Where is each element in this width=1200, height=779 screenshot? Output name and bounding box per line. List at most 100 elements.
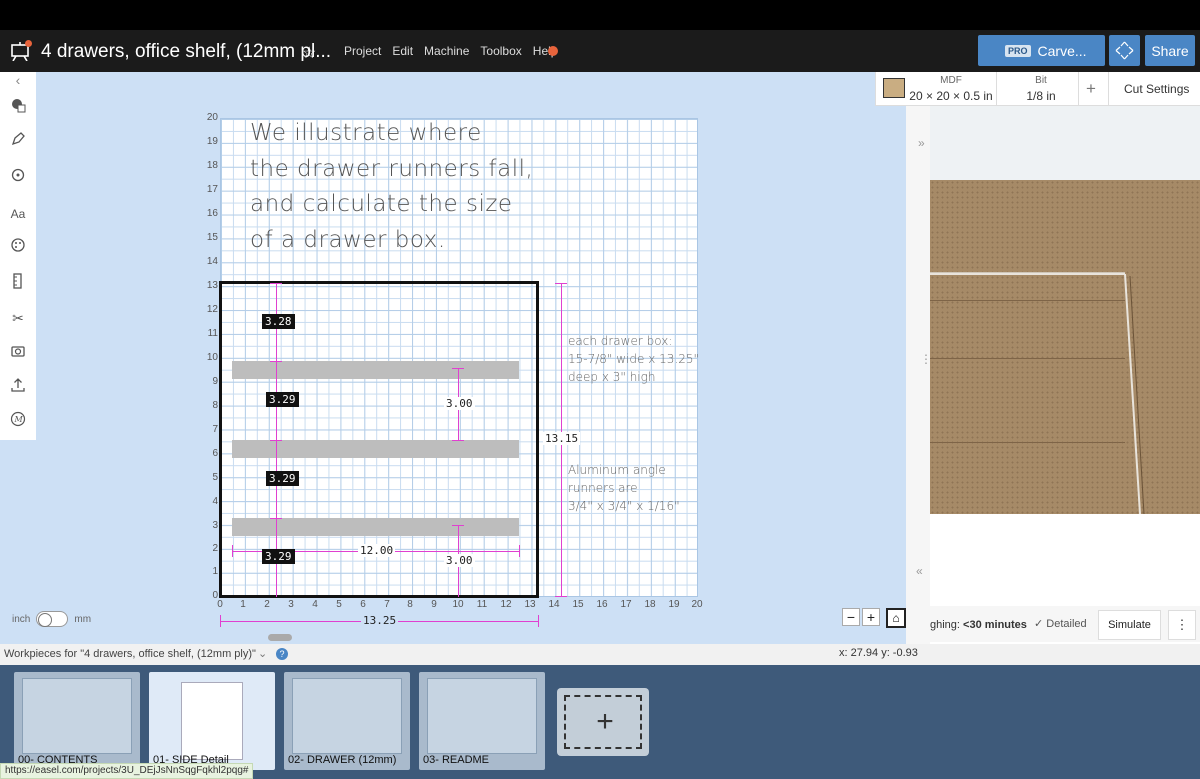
note-line: runners are bbox=[568, 481, 638, 495]
zoom-out-button[interactable]: − bbox=[842, 608, 860, 626]
collapse-toolbar-icon[interactable]: ‹ bbox=[0, 72, 36, 92]
simulate-button[interactable]: Simulate bbox=[1098, 610, 1161, 640]
x-tick: 4 bbox=[312, 599, 318, 610]
scissors-icon[interactable]: ✂ bbox=[6, 306, 30, 330]
horizontal-scrollbar[interactable] bbox=[268, 634, 292, 641]
dimension-tick bbox=[270, 361, 282, 362]
material-size[interactable]: 20 × 20 × 0.5 in bbox=[908, 89, 994, 103]
cut-settings-button[interactable]: Cut Settings bbox=[1124, 82, 1189, 96]
workpiece-label: 02- DRAWER (12mm) bbox=[288, 754, 397, 766]
menu-toolbox[interactable]: Toolbox bbox=[480, 44, 521, 58]
workpieces-title[interactable]: Workpieces for "4 drawers, office shelf,… bbox=[4, 648, 256, 660]
menu-machine[interactable]: Machine bbox=[424, 44, 469, 58]
dimension-tag[interactable]: 3.29 bbox=[266, 471, 299, 486]
add-workpiece-frame: + bbox=[564, 695, 642, 749]
x-tick: 13 bbox=[524, 599, 536, 610]
unit-toggle[interactable]: inch mm bbox=[12, 611, 91, 627]
workpieces-header: Workpieces for "4 drawers, office shelf,… bbox=[0, 644, 1200, 665]
target-icon[interactable] bbox=[6, 166, 30, 190]
menu-project[interactable]: Project bbox=[344, 44, 381, 58]
dimension-tick bbox=[452, 440, 464, 441]
detailed-toggle[interactable]: ✓ Detailed bbox=[1034, 617, 1087, 630]
workpiece-thumbnail bbox=[181, 682, 243, 760]
workpiece-thumbnail bbox=[292, 678, 402, 754]
workpiece-card-active[interactable]: 01- SIDE Detail bbox=[149, 672, 275, 770]
apps-icon[interactable]: M bbox=[6, 410, 30, 434]
simulation-bar: ghing: <30 minutes ✓ Detailed Simulate ⋮ bbox=[930, 606, 1200, 642]
dimension-label: 13.25 bbox=[361, 614, 399, 627]
x-tick: 10 bbox=[452, 599, 464, 610]
workpiece-card[interactable]: 02- DRAWER (12mm) bbox=[284, 672, 410, 770]
dimension-label: 13.15 bbox=[543, 432, 581, 445]
y-tick: 14 bbox=[206, 256, 218, 267]
ruler-icon[interactable] bbox=[6, 272, 30, 296]
app-header: 4 drawers, office shelf, (12mm pl... ☆ P… bbox=[0, 30, 1200, 72]
runner-note[interactable]: Aluminum angle runners are 3/4" x 3/4" x… bbox=[568, 461, 680, 515]
help-icon[interactable]: ? bbox=[276, 648, 288, 660]
home-icon[interactable]: ⌂ bbox=[886, 608, 906, 628]
y-tick: 12 bbox=[206, 304, 218, 315]
x-tick: 1 bbox=[240, 599, 246, 610]
chevron-down-icon[interactable]: ⌄ bbox=[258, 647, 267, 660]
menu-edit[interactable]: Edit bbox=[392, 44, 413, 58]
zoom-in-button[interactable]: + bbox=[862, 608, 880, 626]
camera-icon[interactable] bbox=[6, 342, 30, 366]
3d-preview[interactable] bbox=[930, 106, 1200, 514]
unit-switch[interactable] bbox=[36, 611, 69, 627]
more-options-icon[interactable]: ⋮ bbox=[1168, 610, 1196, 640]
status-url: https://easel.com/projects/3U_DEjJsNnSqg… bbox=[0, 763, 254, 779]
y-tick: 3 bbox=[212, 520, 218, 531]
y-tick: 10 bbox=[206, 352, 218, 363]
y-tick: 13 bbox=[206, 280, 218, 291]
dimension-tag[interactable]: 3.29 bbox=[262, 549, 295, 564]
main-menu: Project Edit Machine Toolbox Help bbox=[344, 44, 568, 58]
note-line: 15-7/8" wide x 13.25" bbox=[568, 352, 699, 366]
easel-app: 4 drawers, office shelf, (12mm pl... ☆ P… bbox=[0, 0, 1200, 779]
detailed-label: Detailed bbox=[1046, 618, 1087, 630]
add-bit-button[interactable]: + bbox=[1086, 79, 1096, 99]
star-icon[interactable]: ☆ bbox=[302, 43, 316, 63]
share-button[interactable]: Share bbox=[1145, 35, 1195, 66]
workpieces-strip: 00- CONTENTS 01- SIDE Detail 02- DRAWER … bbox=[0, 665, 1200, 779]
illustration-note[interactable]: We illustrate where the drawer runners f… bbox=[250, 116, 533, 258]
bit-value[interactable]: 1/8 in bbox=[1016, 89, 1066, 103]
workpiece-card[interactable]: 03- README bbox=[419, 672, 545, 770]
shape-icon[interactable] bbox=[6, 96, 30, 120]
collapse-preview-icon[interactable]: « bbox=[916, 564, 923, 578]
pen-icon[interactable] bbox=[6, 130, 30, 154]
upload-icon[interactable] bbox=[6, 376, 30, 400]
dimension-tick bbox=[270, 283, 282, 284]
y-tick: 9 bbox=[212, 376, 218, 387]
bit-label: Bit bbox=[1035, 75, 1047, 86]
fullscreen-button[interactable] bbox=[1109, 35, 1140, 66]
x-tick: 5 bbox=[336, 599, 342, 610]
note-line: deep x 3" high bbox=[568, 370, 656, 384]
drawer-box-note[interactable]: each drawer box: 15-7/8" wide x 13.25" d… bbox=[568, 332, 699, 386]
notification-dot bbox=[25, 40, 32, 47]
dimension-tag[interactable]: 3.28 bbox=[262, 314, 295, 329]
material-bar: MDF 20 × 20 × 0.5 in Bit 1/8 in + Cut Se… bbox=[875, 72, 1200, 106]
x-tick: 0 bbox=[217, 599, 223, 610]
y-tick: 4 bbox=[212, 496, 218, 507]
x-tick: 19 bbox=[668, 599, 680, 610]
add-workpiece-button[interactable]: + bbox=[557, 688, 649, 756]
y-tick: 19 bbox=[206, 136, 218, 147]
dimension-tag[interactable]: 3.29 bbox=[266, 392, 299, 407]
y-tick: 8 bbox=[212, 400, 218, 411]
workpiece-card[interactable]: 00- CONTENTS bbox=[14, 672, 140, 770]
y-tick: 7 bbox=[212, 424, 218, 435]
y-tick: 2 bbox=[212, 543, 218, 554]
carve-button[interactable]: PRO Carve... bbox=[978, 35, 1105, 66]
x-tick: 14 bbox=[548, 599, 560, 610]
workpiece-thumbnail bbox=[427, 678, 537, 754]
carve-label: Carve... bbox=[1037, 42, 1087, 59]
x-tick: 12 bbox=[500, 599, 512, 610]
palette-icon[interactable] bbox=[6, 236, 30, 260]
project-title[interactable]: 4 drawers, office shelf, (12mm pl... bbox=[41, 41, 331, 63]
note-line: each drawer box: bbox=[568, 334, 673, 348]
expand-preview-icon[interactable]: » bbox=[918, 136, 925, 150]
divider bbox=[1078, 72, 1079, 106]
text-icon[interactable]: Aa bbox=[6, 202, 30, 226]
roughing-time: ghing: <30 minutes bbox=[930, 619, 1027, 631]
material-swatch[interactable] bbox=[883, 78, 905, 98]
